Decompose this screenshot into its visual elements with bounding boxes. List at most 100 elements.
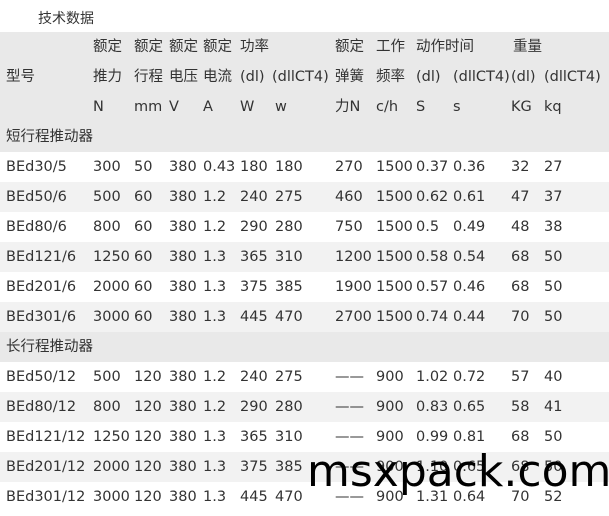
table-cell: 280	[275, 399, 303, 415]
table-cell: 3000	[93, 489, 130, 505]
header-cell: S	[416, 99, 426, 115]
table-cell: 0.5	[416, 219, 440, 235]
table-cell: 0.83	[416, 399, 449, 415]
table-cell: 27	[544, 159, 563, 175]
table-cell: 1.2	[203, 219, 227, 235]
table-cell: 60	[134, 279, 153, 295]
model-cell: BEd201/6	[6, 279, 77, 295]
table-cell: 240	[240, 369, 268, 385]
table-row: BEd50/12 500 120 380 1.2 240 275 —— 900 1.02 0.72 5…	[0, 362, 609, 392]
table-cell: 1250	[93, 249, 130, 265]
header-cell: (dl)	[240, 69, 265, 85]
table-cell: 120	[134, 489, 162, 505]
table-cell: 1.3	[203, 309, 227, 325]
table-cell: 0.36	[453, 159, 486, 175]
table-cell: 120	[134, 459, 162, 475]
table-cell: 380	[169, 459, 197, 475]
section-header: 短行程推动器	[0, 122, 609, 152]
table-cell: 1.2	[203, 189, 227, 205]
header-cell: N	[93, 99, 104, 115]
table-cell: ——	[335, 399, 364, 415]
table-cell: 2000	[93, 459, 130, 475]
header-cell: s	[453, 99, 461, 115]
table-cell: 750	[335, 219, 363, 235]
model-cell: BEd301/6	[6, 309, 77, 325]
table-cell: 1250	[93, 429, 130, 445]
header-cell: V	[169, 99, 179, 115]
table-cell: 240	[240, 189, 268, 205]
table-cell: 0.74	[416, 309, 449, 325]
table-cell: 48	[511, 219, 530, 235]
table-cell: 120	[134, 399, 162, 415]
table-cell: 120	[134, 369, 162, 385]
table-cell: 0.46	[453, 279, 486, 295]
table-cell: 365	[240, 429, 268, 445]
table-cell: 900	[376, 369, 404, 385]
header-cell: (dl)	[416, 69, 441, 85]
model-cell: BEd201/12	[6, 459, 86, 475]
table-cell: 2000	[93, 279, 130, 295]
header-cell: (dllCT4)	[453, 69, 510, 85]
table-cell: 500	[93, 189, 121, 205]
table-cell: 1.3	[203, 489, 227, 505]
table-cell: 1.3	[203, 429, 227, 445]
header-cell: W	[240, 99, 255, 115]
model-cell: BEd121/12	[6, 429, 86, 445]
table-cell: 60	[134, 189, 153, 205]
model-cell: BEd80/6	[6, 219, 67, 235]
table-cell: 275	[275, 369, 303, 385]
header-cell: 工作	[376, 39, 405, 55]
table-cell: 58	[511, 399, 530, 415]
table-cell: 70	[511, 309, 530, 325]
table-cell: 37	[544, 189, 563, 205]
table-cell: 3000	[93, 309, 130, 325]
header-cell: w	[275, 99, 287, 115]
table-cell: 0.43	[203, 159, 236, 175]
model-cell: BEd30/5	[6, 159, 67, 175]
header-cell: 推力	[93, 69, 122, 85]
table-cell: 1.2	[203, 399, 227, 415]
header-cell: 动作时间	[416, 39, 474, 55]
header-cell: 额定	[93, 39, 122, 55]
table-cell: 445	[240, 309, 268, 325]
header-cell: (dl)	[511, 69, 536, 85]
table-cell: 380	[169, 429, 197, 445]
table-cell: 2700	[335, 309, 372, 325]
table-cell: 0.37	[416, 159, 449, 175]
header-cell: 型号	[6, 69, 35, 85]
table-cell: ——	[335, 369, 364, 385]
header-cell: 弹簧	[335, 69, 364, 85]
model-cell: BEd50/12	[6, 369, 77, 385]
table-cell: 375	[240, 459, 268, 475]
table-cell: 1.3	[203, 279, 227, 295]
table-cell: 380	[169, 489, 197, 505]
header-cell: 频率	[376, 69, 405, 85]
table-cell: 40	[544, 369, 563, 385]
table-cell: 380	[169, 189, 197, 205]
table-cell: 380	[169, 159, 197, 175]
table-row: BEd80/12 800 120 380 1.2 290 280 —— 900 0.83 0.65 5…	[0, 392, 609, 422]
table-cell: 1200	[335, 249, 372, 265]
table-cell: 32	[511, 159, 530, 175]
table-cell: 38	[544, 219, 563, 235]
table-cell: 1.3	[203, 459, 227, 475]
table-cell: 1.02	[416, 369, 449, 385]
table-cell: 280	[275, 219, 303, 235]
model-cell: BEd50/6	[6, 189, 67, 205]
table-cell: 385	[275, 279, 303, 295]
table-cell: 1900	[335, 279, 372, 295]
table-cell: 470	[275, 309, 303, 325]
table-cell: 47	[511, 189, 530, 205]
header-cell: 额定	[169, 39, 198, 55]
table-cell: 365	[240, 249, 268, 265]
header-cell: mm	[134, 99, 163, 115]
table-header: 额定 额定 额定 额定 功率 额定 工作 动作时间 重量 型号 推力 行程 电压…	[0, 32, 609, 122]
header-cell: 电压	[169, 69, 198, 85]
header-cell: 额定	[335, 39, 364, 55]
header-cell: kq	[544, 99, 562, 115]
model-cell: BEd121/6	[6, 249, 77, 265]
section-header: 长行程推动器	[0, 332, 609, 362]
table-cell: 60	[134, 249, 153, 265]
table-cell: 800	[93, 399, 121, 415]
table-cell: 68	[511, 249, 530, 265]
